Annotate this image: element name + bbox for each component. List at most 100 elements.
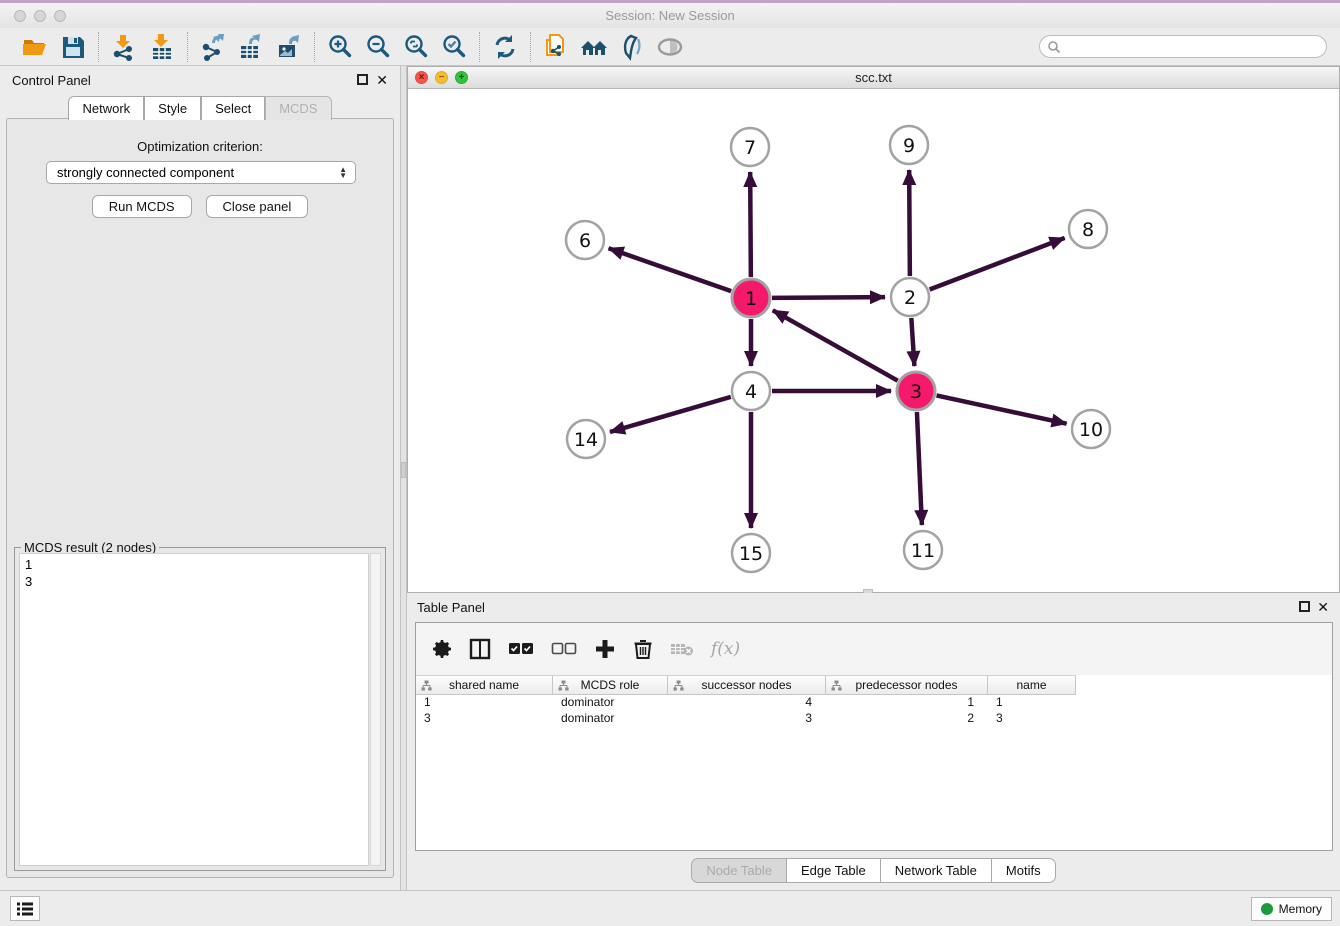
- splitter-grip[interactable]: [401, 462, 406, 478]
- cell-predecessor_nodes: 1: [826, 695, 988, 711]
- control-panel: Control Panel ✕ Network Style Select MCD…: [0, 66, 400, 890]
- tab-edge-table[interactable]: Edge Table: [787, 858, 881, 883]
- graph-edge-4-14[interactable]: [610, 397, 731, 432]
- cell-name: 1: [988, 695, 1076, 711]
- graph-edge-1-7[interactable]: [750, 172, 751, 277]
- graph-node-3[interactable]: 3: [897, 372, 935, 410]
- graph-node-7[interactable]: 7: [731, 128, 769, 166]
- vertical-splitter[interactable]: [400, 66, 407, 890]
- graph-edge-3-1[interactable]: [773, 310, 898, 380]
- tab-network-table[interactable]: Network Table: [881, 858, 992, 883]
- graph-edge-1-6[interactable]: [609, 248, 732, 291]
- table-panel: Table Panel ✕: [407, 593, 1340, 890]
- node-table-container: f(x) shared nameMCDS rolesuccessor nodes…: [415, 622, 1333, 851]
- graph-node-6[interactable]: 6: [566, 221, 604, 259]
- duplicate-network-icon[interactable]: [541, 32, 571, 62]
- column-header-successor-nodes[interactable]: successor nodes: [668, 675, 826, 695]
- select-all-icon[interactable]: [508, 641, 534, 657]
- delete-table-icon[interactable]: [670, 640, 694, 658]
- graph-node-4[interactable]: 4: [732, 372, 770, 410]
- tab-style[interactable]: Style: [144, 96, 201, 120]
- graph-edge-1-2[interactable]: [772, 297, 885, 298]
- refresh-layout-icon[interactable]: [490, 32, 520, 62]
- tab-motifs[interactable]: Motifs: [992, 858, 1056, 883]
- criterion-dropdown[interactable]: strongly connected component ▲▼: [46, 161, 356, 184]
- import-network-icon[interactable]: [109, 32, 139, 62]
- show-hide-graphics-icon[interactable]: [655, 32, 685, 62]
- mcds-tab-panel: Optimization criterion: strongly connect…: [6, 118, 394, 878]
- main-toolbar: [0, 28, 1340, 66]
- graph-node-11[interactable]: 11: [904, 531, 942, 569]
- graph-edge-2-8[interactable]: [930, 238, 1065, 290]
- control-panel-tabs: Network Style Select MCDS: [0, 96, 400, 120]
- run-mcds-button[interactable]: Run MCDS: [92, 195, 192, 218]
- add-row-icon[interactable]: [594, 638, 616, 660]
- export-image-icon[interactable]: [274, 32, 304, 62]
- tab-network[interactable]: Network: [68, 96, 144, 120]
- table-row[interactable]: 1dominator411: [416, 695, 1332, 711]
- import-table-icon[interactable]: [147, 32, 177, 62]
- deselect-all-icon[interactable]: [551, 641, 577, 657]
- mcds-result-textarea[interactable]: 1 3: [19, 553, 369, 866]
- apply-style-icon[interactable]: [617, 32, 647, 62]
- graph-edge-2-3[interactable]: [911, 318, 914, 366]
- result-scrollbar[interactable]: [370, 553, 381, 866]
- title-bar: Session: New Session: [0, 3, 1340, 28]
- svg-text:3: 3: [910, 381, 922, 403]
- close-panel-button[interactable]: Close panel: [206, 195, 309, 218]
- zoom-selected-icon[interactable]: [439, 32, 469, 62]
- network-window-titlebar[interactable]: × − + scc.txt: [408, 67, 1339, 89]
- network-graph[interactable]: 7 9 6 8 1 2 4 3 14 10 15 11: [408, 89, 1339, 592]
- tab-node-table[interactable]: Node Table: [691, 858, 787, 883]
- close-panel-icon[interactable]: ✕: [376, 72, 388, 89]
- window-title: Session: New Session: [0, 8, 1340, 23]
- column-header-predecessor-nodes[interactable]: predecessor nodes: [826, 675, 988, 695]
- float-table-panel-icon[interactable]: [1299, 601, 1310, 612]
- graph-node-1[interactable]: 1: [732, 279, 770, 317]
- cell-mcds_role: dominator: [553, 711, 668, 727]
- memory-label: Memory: [1279, 902, 1322, 916]
- graph-node-2[interactable]: 2: [891, 278, 929, 316]
- tab-mcds[interactable]: MCDS: [265, 96, 331, 120]
- function-builder-icon[interactable]: f(x): [711, 639, 740, 659]
- graph-edge-2-9[interactable]: [909, 170, 910, 276]
- table-settings-icon[interactable]: [432, 639, 452, 659]
- tab-select[interactable]: Select: [201, 96, 265, 120]
- mcds-result-groupbox: MCDS result (2 nodes) 1 3: [14, 547, 386, 871]
- graph-node-14[interactable]: 14: [567, 420, 605, 458]
- export-network-icon[interactable]: [198, 32, 228, 62]
- delete-row-icon[interactable]: [633, 638, 653, 660]
- graph-node-15[interactable]: 15: [732, 534, 770, 572]
- network-window-title: scc.txt: [408, 70, 1339, 85]
- cell-shared_name: 1: [416, 695, 553, 711]
- close-table-panel-icon[interactable]: ✕: [1317, 599, 1329, 616]
- table-rows: 1dominator4113dominator323: [416, 695, 1332, 727]
- column-layout-icon[interactable]: [469, 638, 491, 660]
- save-session-icon[interactable]: [58, 32, 88, 62]
- table-row[interactable]: 3dominator323: [416, 711, 1332, 727]
- first-neighbors-icon[interactable]: [579, 32, 609, 62]
- open-session-icon[interactable]: [20, 32, 50, 62]
- network-view-window: × − + scc.txt 7 9 6 8 1 2 4 3 14 10 15 11: [407, 66, 1340, 593]
- table-toolbar: f(x): [416, 623, 1332, 675]
- float-panel-icon[interactable]: [357, 74, 368, 85]
- table-header-row: shared nameMCDS rolesuccessor nodesprede…: [416, 675, 1076, 695]
- memory-button[interactable]: Memory: [1251, 897, 1332, 921]
- graph-node-10[interactable]: 10: [1072, 410, 1110, 448]
- graph-node-9[interactable]: 9: [890, 126, 928, 164]
- zoom-in-icon[interactable]: [325, 32, 355, 62]
- cell-mcds_role: dominator: [553, 695, 668, 711]
- graph-node-8[interactable]: 8: [1069, 210, 1107, 248]
- task-history-button[interactable]: [10, 896, 40, 921]
- graph-edge-3-11[interactable]: [917, 412, 922, 525]
- column-header-name[interactable]: name: [988, 675, 1076, 695]
- search-field[interactable]: [1039, 35, 1327, 58]
- export-table-icon[interactable]: [236, 32, 266, 62]
- zoom-out-icon[interactable]: [363, 32, 393, 62]
- column-header-shared-name[interactable]: shared name: [416, 675, 553, 695]
- column-header-MCDS-role[interactable]: MCDS role: [553, 675, 668, 695]
- zoom-fit-icon[interactable]: [401, 32, 431, 62]
- search-input[interactable]: [1065, 40, 1326, 54]
- svg-text:8: 8: [1082, 219, 1094, 241]
- graph-edge-3-10[interactable]: [937, 395, 1067, 423]
